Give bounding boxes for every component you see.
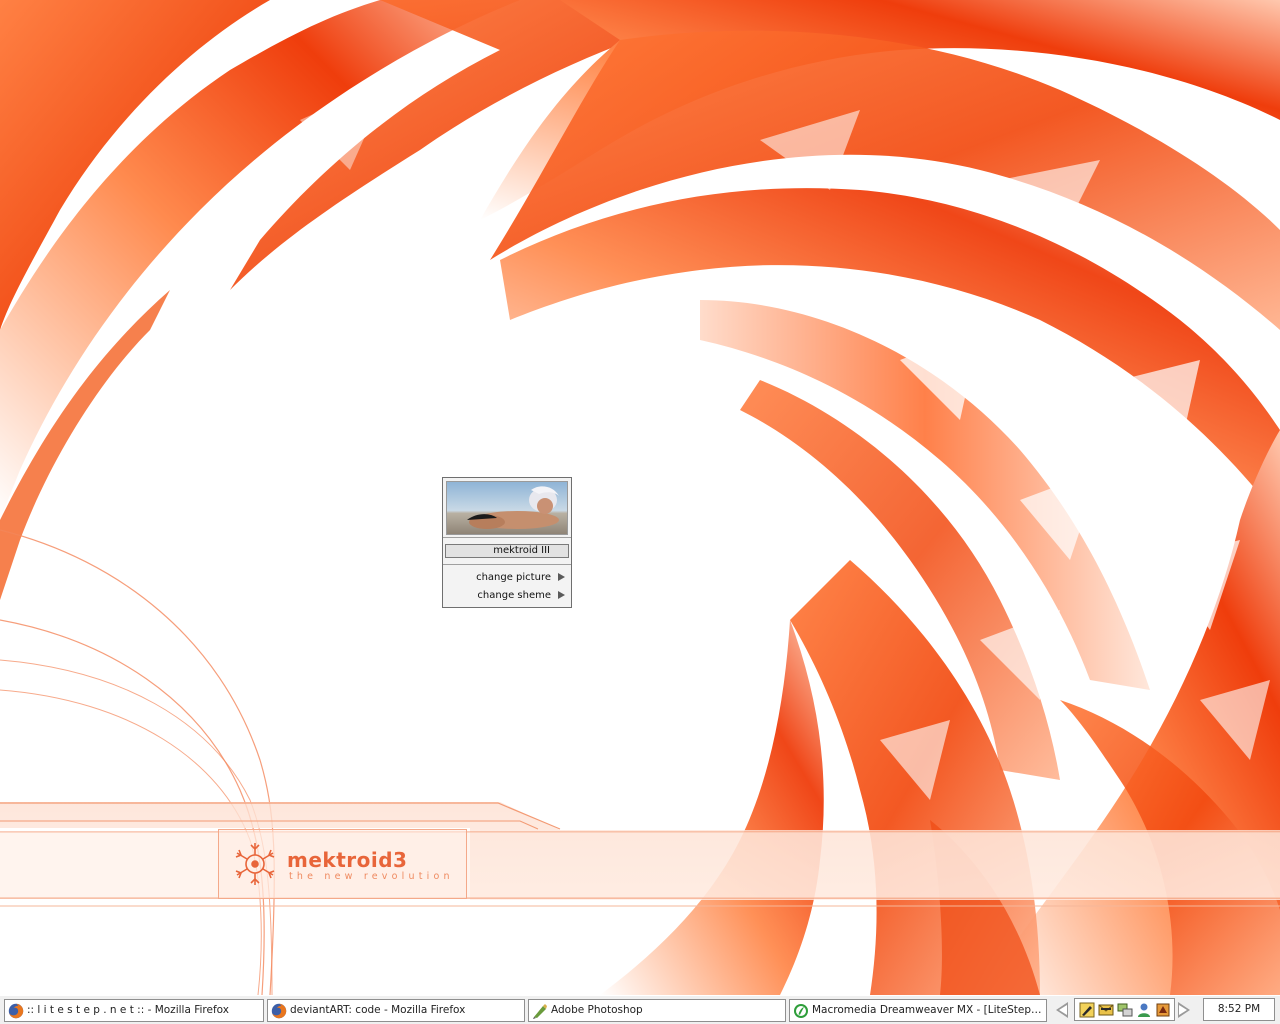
dreamweaver-icon [794,1004,808,1018]
menu-item-label: change sheme [477,590,551,601]
menu-separator [443,564,571,565]
logo-tagline: the new revolution [289,871,454,882]
user-icon[interactable] [1136,1002,1152,1018]
network-icon[interactable] [1117,1002,1133,1018]
photoshop-icon [533,1004,547,1019]
pencil-tool-icon[interactable] [1079,1002,1095,1018]
task-button-firefox-deviantart[interactable]: deviantART: code - Mozilla Firefox [267,999,525,1022]
task-label: deviantART: code - Mozilla Firefox [290,1004,466,1016]
logo-title: mektroid3 [287,848,408,872]
tray-scroll-right-arrow-fill [1179,1005,1187,1015]
submenu-arrow-icon [558,573,565,581]
menu-item-change-picture[interactable]: change picture [445,569,569,586]
wallpaper [0,0,1280,995]
submenu-arrow-icon [558,591,565,599]
firefox-icon [8,1003,24,1019]
application-icon[interactable] [1155,1002,1171,1018]
task-label: Macromedia Dreamweaver MX - [LiteStep Th… [812,1004,1042,1016]
profile-name[interactable]: mektroid III [445,544,569,558]
user-picture[interactable] [446,481,568,535]
menu-separator [443,537,571,538]
system-tray[interactable] [1074,998,1175,1021]
logo-banner: mektroid3 the new revolution [218,829,467,899]
menu-item-change-scheme[interactable]: change sheme [445,587,569,604]
menu-item-label: change picture [476,572,551,583]
clock[interactable]: 8:52 PM [1203,998,1275,1021]
mail-icon[interactable] [1098,1002,1114,1018]
task-button-firefox-litestep[interactable]: :: l i t e s t e p . n e t :: - Mozilla … [4,999,264,1022]
task-button-dreamweaver[interactable]: Macromedia Dreamweaver MX - [LiteStep Th… [789,999,1047,1022]
snowflake-emblem-icon [235,843,275,885]
tray-scroll-left-arrow-fill [1059,1005,1067,1015]
task-label: :: l i t e s t e p . n e t :: - Mozilla … [27,1004,229,1016]
task-label: Adobe Photoshop [551,1004,643,1016]
firefox-icon [271,1003,287,1019]
user-popup-menu[interactable]: mektroid III change picture change sheme [442,477,572,608]
task-button-photoshop[interactable]: Adobe Photoshop [528,999,786,1022]
desktop[interactable]: mektroid3 the new revolution mektroid II… [0,0,1280,995]
